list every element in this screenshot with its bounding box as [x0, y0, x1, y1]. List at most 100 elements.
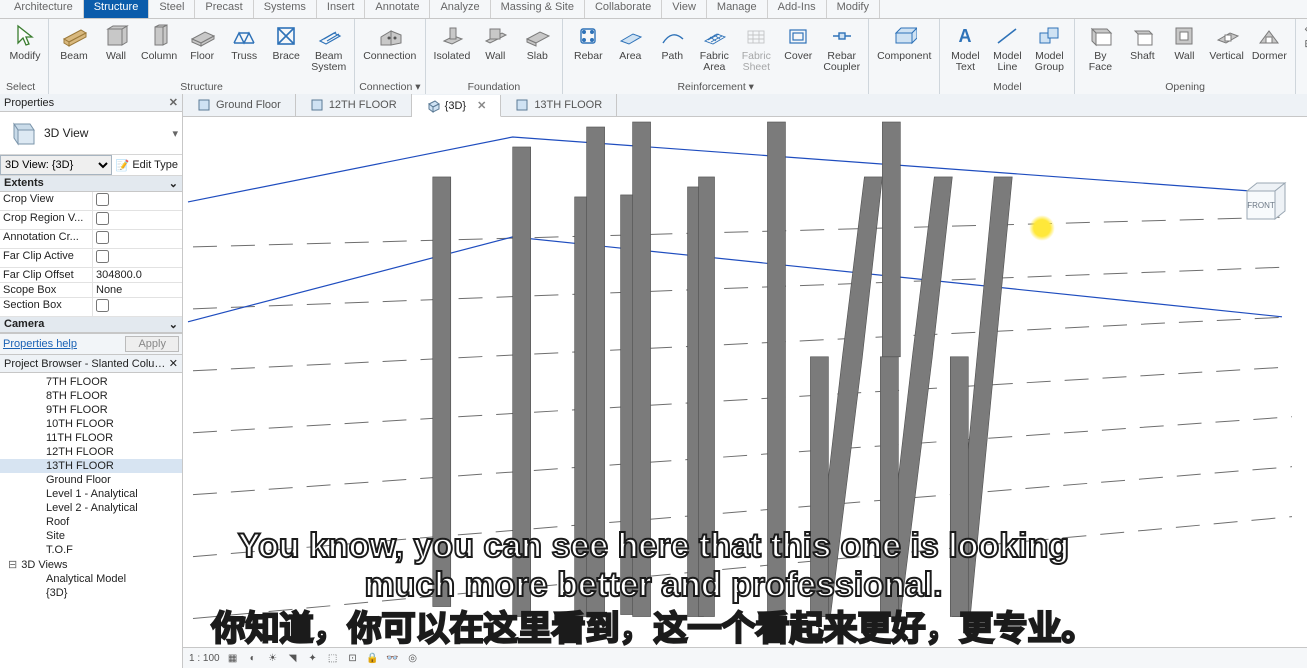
lock-3d-icon[interactable]: 🔒	[366, 651, 380, 665]
tree-node[interactable]: Level 2 - Analytical	[0, 501, 182, 515]
prop-value[interactable]	[93, 230, 182, 248]
cover-button[interactable]: Cover	[777, 21, 819, 63]
crop-region-icon[interactable]: ⊡	[346, 651, 360, 665]
model-line-button[interactable]: ModelLine	[986, 21, 1028, 74]
ribbon-tab-collaborate[interactable]: Collaborate	[585, 0, 662, 18]
prop-value[interactable]	[93, 298, 182, 316]
wall-button[interactable]: Wall	[95, 21, 137, 63]
tree-node[interactable]: T.O.F	[0, 543, 182, 557]
panel-label-opening: Opening	[1079, 80, 1290, 95]
doc-tab[interactable]: Ground Floor	[183, 94, 296, 116]
ribbon-tab-modify[interactable]: Modify	[827, 0, 880, 18]
type-dropdown-icon[interactable]: ▾	[172, 127, 178, 140]
ribbon-tab-structure[interactable]: Structure	[84, 0, 150, 18]
3d-viewport[interactable]: FRONT	[183, 117, 1307, 647]
fabric-area-button[interactable]: FabricArea	[693, 21, 735, 74]
visual-style-icon[interactable]: ◐	[246, 651, 260, 665]
model-group-icon	[1035, 22, 1063, 50]
slab-button[interactable]: Slab	[516, 21, 558, 63]
ribbon-tab-insert[interactable]: Insert	[317, 0, 366, 18]
path-icon	[658, 22, 686, 50]
rebar-button[interactable]: Rebar	[567, 21, 609, 63]
by-face-icon	[1086, 22, 1114, 50]
tree-node[interactable]: 13TH FLOOR	[0, 459, 182, 473]
properties-close-icon[interactable]: ✕	[169, 96, 178, 109]
tab-close-icon[interactable]: ✕	[477, 99, 486, 112]
project-browser-tree[interactable]: 7TH FLOOR8TH FLOOR9TH FLOOR10TH FLOOR11T…	[0, 373, 182, 668]
grid-button[interactable]: ⊞Grid	[1302, 37, 1307, 51]
path-button[interactable]: Path	[651, 21, 693, 63]
vertical-button[interactable]: Vertical	[1205, 21, 1247, 63]
tree-node[interactable]: Ground Floor	[0, 473, 182, 487]
tree-node[interactable]: 7TH FLOOR	[0, 375, 182, 389]
connection-button[interactable]: Connection	[359, 21, 420, 63]
tree-node[interactable]: {3D}	[0, 586, 182, 600]
doc-tab[interactable]: {3D}✕	[412, 95, 502, 117]
fwall-button[interactable]: Wall	[474, 21, 516, 63]
owall-button[interactable]: Wall	[1163, 21, 1205, 63]
area-button[interactable]: Area	[609, 21, 651, 63]
sun-path-icon[interactable]: ☀	[266, 651, 280, 665]
modify-button[interactable]: Modify	[4, 21, 46, 63]
prop-value[interactable]	[93, 249, 182, 267]
ribbon-tab-annotate[interactable]: Annotate	[365, 0, 430, 18]
prop-value[interactable]	[93, 192, 182, 210]
tree-node[interactable]: Analytical Model	[0, 572, 182, 586]
ribbon-tab-massing-site[interactable]: Massing & Site	[491, 0, 585, 18]
fwall-icon	[481, 22, 509, 50]
floor-button[interactable]: Floor	[181, 21, 223, 63]
tree-node[interactable]: Roof	[0, 515, 182, 529]
grid-icon: ⊞	[1302, 37, 1307, 51]
ribbon-tab-view[interactable]: View	[662, 0, 707, 18]
prop-value[interactable]: 304800.0	[93, 268, 182, 282]
doc-tab[interactable]: 13TH FLOOR	[501, 94, 617, 116]
column-button[interactable]: Column	[137, 21, 181, 63]
tree-node[interactable]: Site	[0, 529, 182, 543]
ribbon-tab-add-ins[interactable]: Add-Ins	[768, 0, 827, 18]
edit-type-button[interactable]: 📝Edit Type	[112, 159, 182, 172]
shaft-button[interactable]: Shaft	[1121, 21, 1163, 63]
brace-button[interactable]: Brace	[265, 21, 307, 63]
ribbon-tab-steel[interactable]: Steel	[149, 0, 195, 18]
beam-button[interactable]: Beam	[53, 21, 95, 63]
prop-value[interactable]: None	[93, 283, 182, 297]
ribbon-tab-architecture[interactable]: Architecture	[4, 0, 84, 18]
tree-node[interactable]: 12TH FLOOR	[0, 445, 182, 459]
temp-hide-icon[interactable]: 👓	[386, 651, 400, 665]
rendering-icon[interactable]: ✦	[306, 651, 320, 665]
ribbon-tab-systems[interactable]: Systems	[254, 0, 317, 18]
ribbon-tab-analyze[interactable]: Analyze	[430, 0, 490, 18]
by-face-button[interactable]: ByFace	[1079, 21, 1121, 74]
apply-button[interactable]: Apply	[125, 336, 179, 352]
shadows-icon[interactable]: ◥	[286, 651, 300, 665]
ribbon-tab-manage[interactable]: Manage	[707, 0, 768, 18]
view-scale[interactable]: 1 : 100	[189, 653, 220, 664]
crop-view-icon[interactable]: ⬚	[326, 651, 340, 665]
properties-help-link[interactable]: Properties help	[3, 338, 77, 350]
detail-level-icon[interactable]: ▦	[226, 651, 240, 665]
type-selector[interactable]: 3D View: {3D}	[0, 155, 112, 175]
model-text-button[interactable]: AModelText	[944, 21, 986, 74]
component-button[interactable]: Component	[873, 21, 935, 63]
tree-node[interactable]: 10TH FLOOR	[0, 417, 182, 431]
tree-node[interactable]: 11TH FLOOR	[0, 431, 182, 445]
tree-group-3dviews[interactable]: 3D Views	[0, 557, 182, 572]
level-button[interactable]: ◈Level	[1302, 22, 1307, 36]
model-group-button[interactable]: ModelGroup	[1028, 21, 1070, 74]
tree-node[interactable]: 9TH FLOOR	[0, 403, 182, 417]
prop-value[interactable]	[93, 211, 182, 229]
beam-system-button[interactable]: BeamSystem	[307, 21, 350, 74]
ribbon-tab-precast[interactable]: Precast	[195, 0, 253, 18]
tree-node[interactable]: 8TH FLOOR	[0, 389, 182, 403]
isolated-button[interactable]: Isolated	[430, 21, 475, 63]
dormer-button[interactable]: Dormer	[1248, 21, 1291, 63]
truss-button[interactable]: Truss	[223, 21, 265, 63]
doc-tab[interactable]: 12TH FLOOR	[296, 94, 412, 116]
reveal-hidden-icon[interactable]: ◎	[406, 651, 420, 665]
ribbon: Modify Select BeamWallColumnFloorTrussBr…	[0, 19, 1307, 96]
tree-node[interactable]: Level 1 - Analytical	[0, 487, 182, 501]
project-browser-close-icon[interactable]: ✕	[169, 357, 178, 370]
view-cube[interactable]: FRONT	[1237, 177, 1289, 229]
rebar-coupler-button[interactable]: RebarCoupler	[819, 21, 864, 74]
fabric-sheet-icon	[742, 22, 770, 50]
